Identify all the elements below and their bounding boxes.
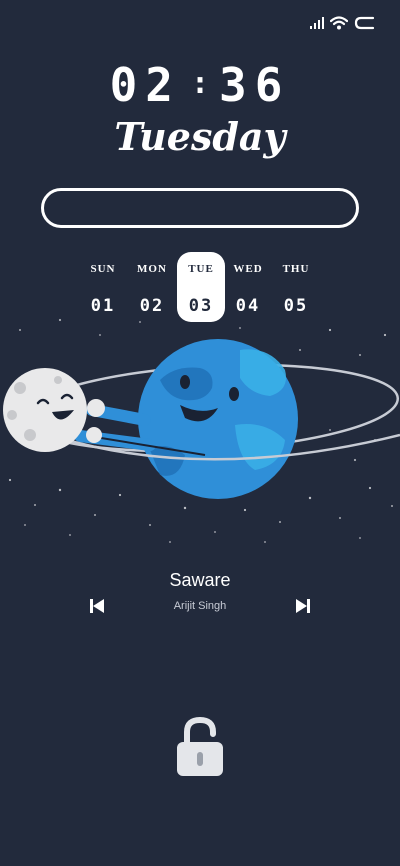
calendar-day-name: THU	[282, 263, 310, 275]
skip-previous-icon	[90, 599, 104, 613]
status-bar	[310, 12, 376, 34]
unlocked-padlock-icon	[177, 716, 223, 776]
search-bar[interactable]	[41, 188, 359, 228]
skip-next-icon	[296, 599, 310, 613]
previous-track-button[interactable]	[87, 596, 107, 616]
song-title: Saware	[169, 570, 231, 590]
earth-moon-illustration	[3, 318, 400, 543]
next-track-button[interactable]	[293, 596, 313, 616]
wifi-icon	[330, 16, 348, 30]
weekday-label: Tuesday	[114, 114, 286, 159]
clock: 02 : 36	[0, 58, 400, 112]
clock-minutes: 36	[219, 58, 291, 112]
clock-hours: 02	[109, 58, 181, 112]
calendar-day-name: SUN	[90, 263, 116, 275]
clock-separator: :	[190, 65, 210, 101]
calendar-day-name: MON	[137, 263, 167, 275]
signal-icon	[310, 17, 324, 29]
search-input[interactable]	[44, 191, 356, 225]
calendar-day-name: WED	[233, 263, 263, 275]
artist-name: Arijit Singh	[173, 600, 227, 612]
battery-icon	[354, 16, 375, 30]
unlock-button[interactable]	[174, 716, 226, 778]
earth-icon	[74, 339, 298, 499]
calendar-day-name: TUE	[188, 263, 214, 275]
